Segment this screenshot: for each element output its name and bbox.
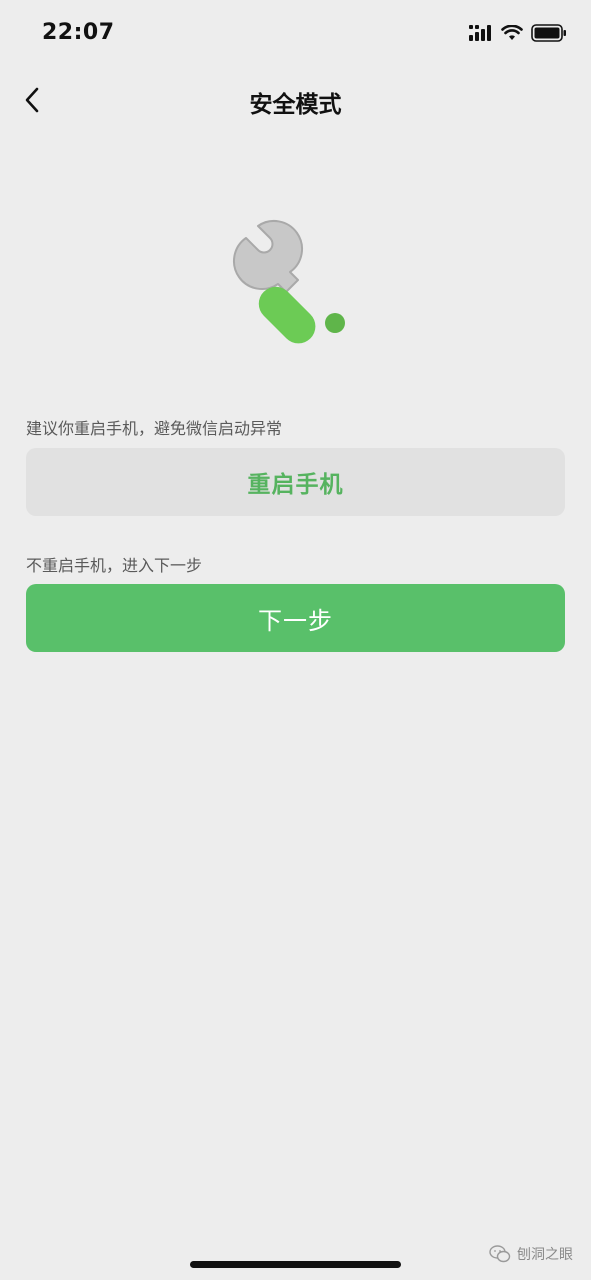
watermark: 刨洞之眼 [489,1244,573,1264]
navigation-bar: 安全模式 [0,72,591,128]
next-step-hint: 不重启手机，进入下一步 [26,556,203,575]
cellular-signal-icon [469,25,493,45]
home-indicator [190,1261,401,1268]
wechat-logo-icon [489,1245,511,1263]
status-bar: 22:07 [0,0,591,70]
restart-phone-button[interactable]: 重启手机 [26,448,565,516]
status-icons [469,24,567,46]
watermark-text: 刨洞之眼 [517,1247,573,1263]
battery-icon [531,24,567,46]
restart-hint: 建议你重启手机，避免微信启动异常 [26,419,283,438]
page-title: 安全模式 [249,92,342,118]
next-step-button[interactable]: 下一步 [26,584,565,652]
wifi-icon [501,24,523,45]
wrench-icon [220,210,360,350]
status-time: 22:07 [42,20,115,45]
